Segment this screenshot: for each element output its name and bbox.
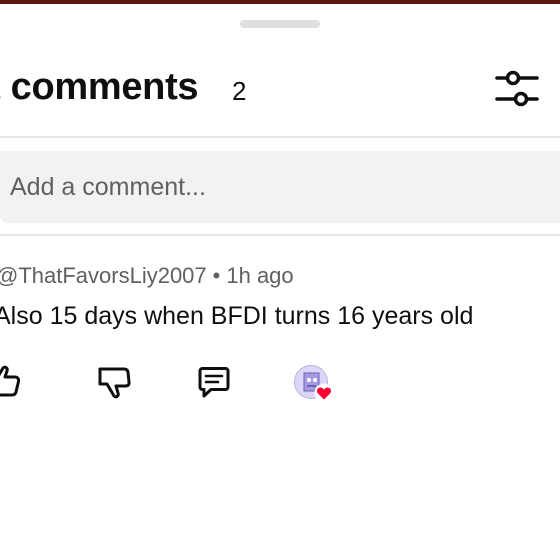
add-comment-placeholder: Add a comment...	[10, 173, 206, 201]
header-divider	[0, 136, 560, 138]
sliders-icon	[495, 70, 539, 107]
creator-heart-badge	[294, 365, 336, 405]
composer-divider	[0, 234, 560, 236]
thumbs-down-icon	[98, 367, 131, 399]
comments-title: t comments	[0, 66, 199, 108]
reply-icon	[198, 367, 230, 398]
drag-handle[interactable]	[240, 20, 320, 28]
reply-button[interactable]	[194, 362, 234, 402]
top-bar	[0, 0, 560, 4]
sort-filter-button[interactable]	[494, 68, 540, 110]
comment-count: 2	[232, 76, 247, 106]
comment-author[interactable]: @ThatFavorsLiy2007	[0, 263, 207, 288]
heart-icon	[314, 383, 334, 403]
comment-text: Also 15 days when BFDI turns 16 years ol…	[0, 302, 474, 330]
dislike-button[interactable]	[94, 362, 134, 402]
meta-separator: •	[212, 263, 221, 288]
like-button[interactable]	[0, 362, 24, 402]
thumbs-up-icon	[0, 365, 21, 397]
add-comment-input[interactable]: Add a comment...	[0, 151, 560, 223]
comment-meta: @ThatFavorsLiy2007 • 1h ago	[0, 263, 294, 289]
comment-time: 1h ago	[226, 263, 294, 288]
